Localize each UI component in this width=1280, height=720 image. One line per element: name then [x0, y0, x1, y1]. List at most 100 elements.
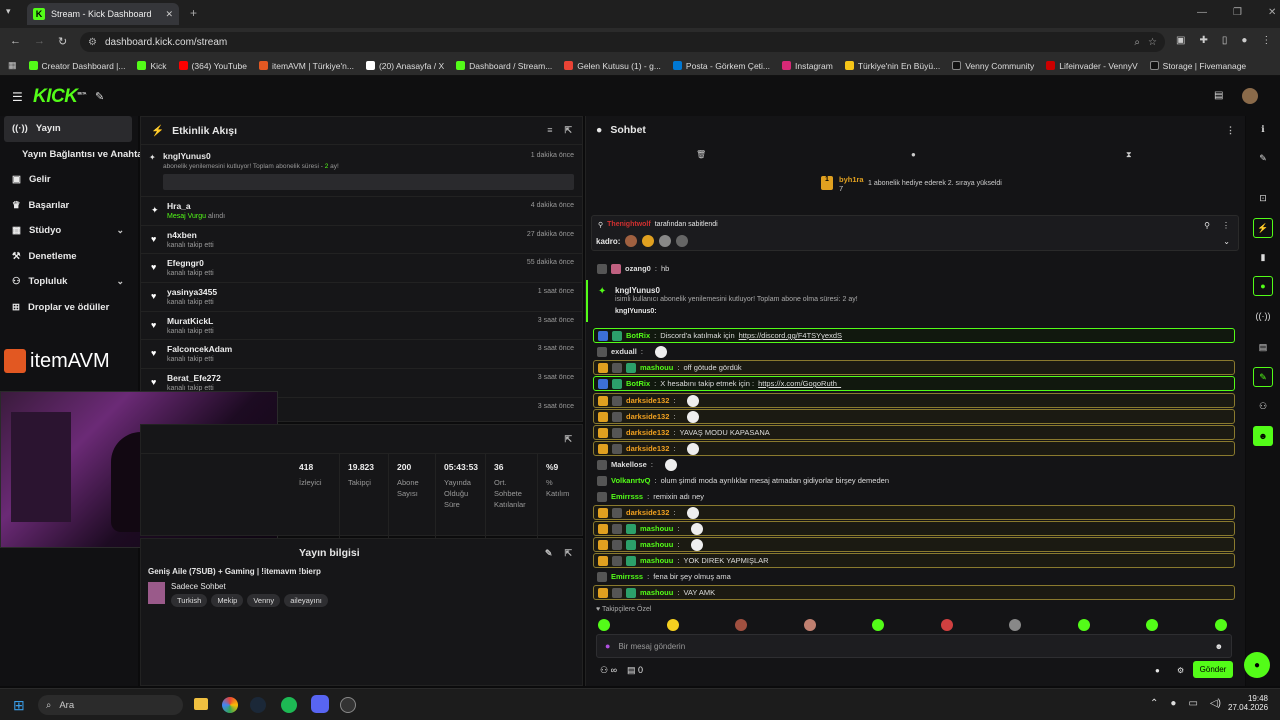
slow-mode-icon[interactable]: ⧗ [1126, 150, 1132, 160]
sidebar-item-basarilar[interactable]: ♛ Başarılar [0, 193, 138, 219]
chat-link[interactable]: https://discord.gg/F4TSYyexdS [739, 331, 842, 340]
flash-icon[interactable]: ⚡ [1253, 218, 1273, 238]
bookmark-item[interactable]: Instagram [782, 61, 833, 71]
broadcast-icon[interactable]: ((·)) [1253, 306, 1273, 326]
chat-link[interactable]: https://x.com/GogoRuth_ [758, 379, 841, 388]
sidebar-item-gelir[interactable]: ▣ Gelir [0, 167, 138, 193]
tag[interactable]: Mekip [211, 594, 244, 607]
apps-grid-icon[interactable]: ▦ [8, 60, 17, 71]
document-icon[interactable]: ▮ [1253, 247, 1273, 267]
discord-icon[interactable] [311, 695, 329, 713]
chat-bubble-icon[interactable]: ● [1155, 666, 1160, 675]
points-icon[interactable]: ⚇ ∞ [600, 665, 617, 676]
file-explorer-icon[interactable] [194, 698, 208, 710]
bookmark-item[interactable]: Storage | Fivemanage [1149, 61, 1246, 71]
emote-button[interactable] [1009, 619, 1021, 631]
popout-icon[interactable]: ⇱ [564, 548, 572, 559]
send-button[interactable]: Gönder [1193, 661, 1233, 678]
printer-icon[interactable]: ▤ [1253, 337, 1273, 357]
tag[interactable]: Venny [247, 594, 281, 607]
url-field[interactable]: ⚙ dashboard.kick.com/stream ⌕ ☆ [80, 32, 1165, 52]
profile-avatar-icon[interactable]: ● [1241, 35, 1247, 46]
bookmark-item[interactable]: Gelen Kutusu (1) - g... [564, 61, 661, 71]
popout-icon[interactable]: ⇱ [564, 125, 572, 136]
emote-button[interactable] [735, 619, 747, 631]
back-icon[interactable]: ← [10, 35, 21, 47]
zoom-icon[interactable]: ⌕ [1134, 37, 1140, 48]
sidebar-item-droplar[interactable]: ⊞ Droplar ve ödüller [0, 295, 138, 321]
bookmark-item[interactable]: (364) YouTube [178, 61, 247, 71]
tag[interactable]: aileyayını [284, 594, 328, 607]
extension-icon[interactable]: ▣ [1176, 35, 1185, 46]
user-avatar[interactable] [1242, 88, 1258, 104]
window-close-icon[interactable]: ✕ [1268, 7, 1276, 18]
chat-mode-icon[interactable]: ● [911, 150, 916, 159]
taskbar-search[interactable]: ⌕ Ara [38, 695, 183, 715]
hamburger-menu-icon[interactable]: ☰ [12, 90, 23, 104]
tag[interactable]: Turkish [171, 594, 208, 607]
bookmark-item[interactable]: (20) Anasayfa / X [365, 61, 444, 71]
emote-button[interactable] [598, 619, 610, 631]
emote-button[interactable] [940, 619, 953, 631]
pin-icon[interactable]: ✎ [95, 90, 104, 103]
sidebar-item-studyo[interactable]: ▦ Stüdyo ⌄ [0, 218, 138, 244]
edit-icon[interactable]: ✎ [545, 548, 553, 559]
count-icon[interactable]: ▤ 0 [627, 665, 643, 676]
emote-button[interactable] [666, 619, 679, 631]
wrench-icon[interactable]: ✎ [1253, 367, 1273, 387]
site-info-icon[interactable]: ⚙ [88, 37, 97, 48]
emote-button[interactable] [1214, 619, 1227, 631]
tray-chevron-icon[interactable]: ⌃ [1150, 698, 1158, 709]
new-tab-button[interactable]: + [190, 6, 197, 20]
display-icon[interactable]: ▭ [1188, 698, 1197, 709]
forward-icon[interactable]: → [34, 35, 45, 47]
browser-menu-icon[interactable]: ⋮ [1261, 35, 1271, 46]
emote-button[interactable] [1077, 619, 1090, 631]
obs-icon[interactable] [340, 697, 356, 713]
floating-chat-button[interactable]: ● [1244, 652, 1270, 678]
browser-tab[interactable]: K Stream - Kick Dashboard ✕ [27, 3, 179, 25]
reload-icon[interactable]: ↻ [58, 35, 67, 48]
pinned-menu-icon[interactable]: ⋮ [1222, 221, 1230, 230]
trash-icon[interactable]: 🗑 [696, 150, 706, 159]
info-icon[interactable]: ℹ [1253, 119, 1273, 139]
windows-start-icon[interactable]: ⊞ [13, 697, 25, 714]
bookmark-item[interactable]: Lifeinvader - VennyV [1046, 61, 1138, 71]
bookmark-item[interactable]: Venny Community [952, 61, 1034, 71]
target-icon[interactable]: ⊡ [1253, 188, 1273, 208]
share-icon[interactable]: ⚇ [1253, 396, 1273, 416]
expand-icon[interactable]: ⌄ [1223, 237, 1230, 246]
tab-list-icon[interactable]: ▾ [6, 6, 22, 22]
category-name[interactable]: Sadece Sohbet [171, 582, 328, 591]
chat-bubble-icon[interactable]: ● [1253, 276, 1273, 296]
pen-icon[interactable]: ✎ [1253, 148, 1273, 168]
filter-icon[interactable]: ≡ [547, 125, 552, 136]
mic-icon[interactable]: ● [605, 641, 610, 651]
sidebar-item-yayin[interactable]: ((·)) Yayın [4, 116, 132, 142]
maximize-icon[interactable]: ❐ [1233, 7, 1242, 18]
extensions-puzzle-icon[interactable]: ✚ [1199, 35, 1207, 46]
bookmark-item[interactable]: Kick [137, 61, 167, 71]
category-thumbnail[interactable] [148, 582, 165, 604]
mic-icon[interactable]: ● [1170, 698, 1176, 709]
sidepanel-icon[interactable]: ▯ [1222, 35, 1228, 46]
bookmark-item[interactable]: Posta - Görkem Çeti... [672, 61, 770, 71]
emote-button[interactable] [1146, 619, 1158, 631]
close-tab-icon[interactable]: ✕ [165, 9, 173, 20]
emote-button[interactable] [872, 619, 884, 631]
bookmark-star-icon[interactable]: ☆ [1148, 37, 1157, 48]
popout-icon[interactable]: ⇱ [564, 434, 572, 445]
sidebar-item-topluluk[interactable]: ⚇ Topluluk ⌄ [0, 269, 138, 295]
bookmark-item[interactable]: Dashboard / Stream... [456, 61, 552, 71]
bookmark-item[interactable]: Creator Dashboard |... [28, 61, 125, 71]
creator-icon[interactable]: ▤ [1214, 90, 1223, 101]
emote-button[interactable] [803, 619, 816, 631]
sidebar-item-denetleme[interactable]: ⚒ Denetleme [0, 244, 138, 270]
sidebar-item-stream-key[interactable]: Yayın Bağlantısı ve Anahtarı [0, 142, 149, 168]
steam-icon[interactable] [250, 697, 266, 713]
chrome-icon[interactable] [222, 697, 238, 713]
chat-menu-icon[interactable]: ⋮ [1226, 125, 1235, 136]
bot-icon[interactable]: ☻ [1253, 426, 1273, 446]
clock[interactable]: 19:48 27.04.2026 [1228, 694, 1268, 712]
minimize-icon[interactable]: — [1197, 7, 1207, 18]
